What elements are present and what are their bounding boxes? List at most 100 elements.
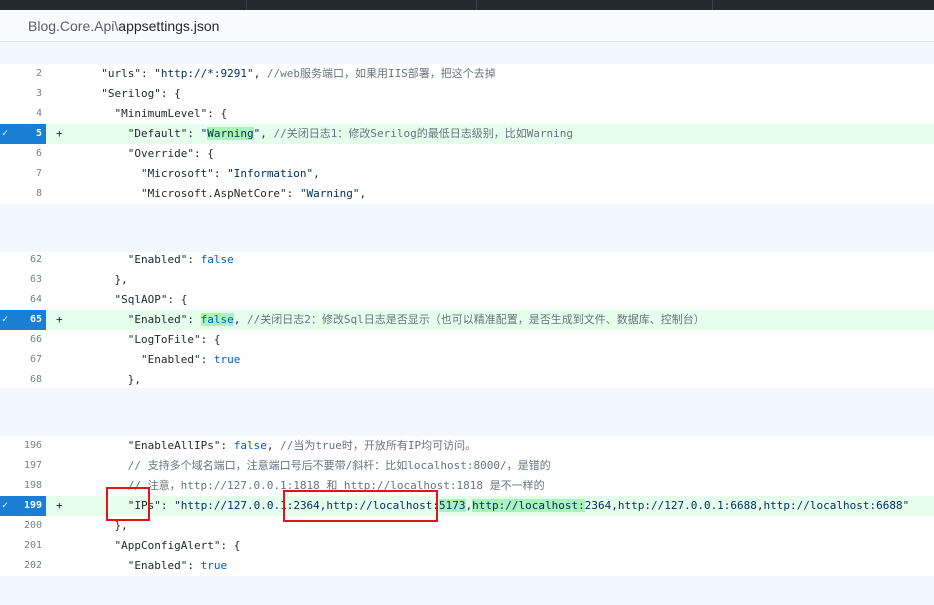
code-token: "Serilog": { bbox=[101, 87, 181, 100]
diff-marker: + bbox=[56, 313, 63, 326]
line-number[interactable]: 2 bbox=[0, 64, 46, 84]
code-token: "Enabled": bbox=[127, 253, 201, 266]
code-content: // 支持多个域名端口，注意端口号后不要带/斜杆：比如localhost:800… bbox=[88, 456, 551, 476]
diff-line: 7 "Microsoft": "Information", bbox=[0, 164, 934, 184]
line-number[interactable]: 67 bbox=[0, 350, 46, 370]
line-number-text: 201 bbox=[23, 540, 42, 551]
diff-line: 202 "Enabled": true bbox=[0, 556, 934, 576]
line-number[interactable]: 196 bbox=[0, 436, 46, 456]
line-number[interactable]: 68 bbox=[0, 370, 46, 390]
file-path[interactable]: Blog.Core.Api\appsettings.json bbox=[28, 18, 219, 34]
code-content: "LogToFile": { bbox=[88, 330, 221, 350]
code-content: "SqlAOP": { bbox=[88, 290, 188, 310]
code-token: }, bbox=[127, 373, 141, 386]
code-token: "LogToFile": { bbox=[127, 333, 221, 346]
diff-line: 8 "Microsoft.AspNetCore": "Warning", bbox=[0, 184, 934, 204]
line-number[interactable]: 62 bbox=[0, 250, 46, 270]
diff-line-added: ✓ 5 + "Default": "Warning", //关闭日志1：修改Seri… bbox=[0, 124, 934, 144]
diff-line: 68 }, bbox=[0, 370, 934, 390]
diff-marker: + bbox=[56, 499, 63, 512]
line-number-text: 3 bbox=[35, 88, 42, 99]
code-content: "Enabled": false bbox=[88, 250, 234, 270]
code-token: }, bbox=[114, 273, 128, 286]
code-token: //web服务端口，如果用IIS部署，把这个去掉 bbox=[266, 67, 496, 80]
diff-line: 66 "LogToFile": { bbox=[0, 330, 934, 350]
code-content: "Microsoft.AspNetCore": "Warning", bbox=[88, 184, 366, 204]
line-number-text: 63 bbox=[29, 274, 42, 285]
code-token: false bbox=[200, 313, 234, 326]
line-number[interactable]: 4 bbox=[0, 104, 46, 124]
code-token: , bbox=[313, 167, 320, 180]
diff-line: 2 "urls": "http://*:9291", //web服务端口，如果用… bbox=[0, 64, 934, 84]
line-number[interactable]: ✓ 65 bbox=[0, 310, 46, 330]
line-number-text: 200 bbox=[23, 520, 42, 531]
line-number[interactable]: 64 bbox=[0, 290, 46, 310]
line-number[interactable]: 3 bbox=[0, 84, 46, 104]
code-content: "Enabled": true bbox=[88, 556, 227, 576]
hunk-expander[interactable] bbox=[0, 576, 934, 605]
code-token: false bbox=[233, 439, 267, 452]
line-number[interactable]: 197 bbox=[0, 456, 46, 476]
line-number-text: 64 bbox=[29, 294, 42, 305]
code-content: "Microsoft": "Information", bbox=[88, 164, 320, 184]
line-number-text: 68 bbox=[29, 374, 42, 385]
line-number[interactable]: 6 bbox=[0, 144, 46, 164]
code-content: "EnableAllIPs": false, //当为true时，开放所有IP均… bbox=[88, 436, 476, 456]
line-number[interactable]: 63 bbox=[0, 270, 46, 290]
code-token: "AppConfigAlert": { bbox=[114, 539, 241, 552]
line-number-text: 65 bbox=[29, 314, 42, 325]
line-number[interactable]: 202 bbox=[0, 556, 46, 576]
line-number[interactable]: ✓ 199 bbox=[0, 496, 46, 516]
code-token: , bbox=[233, 313, 247, 326]
line-number[interactable]: 201 bbox=[0, 536, 46, 556]
code-token: "EnableAllIPs": bbox=[127, 439, 234, 452]
code-content: "AppConfigAlert": { bbox=[88, 536, 241, 556]
line-number[interactable]: 8 bbox=[0, 184, 46, 204]
diff-line-added: ✓ 65 + "Enabled": false, //关闭日志2：修改Sql日志是否… bbox=[0, 310, 934, 330]
line-number-text: 2 bbox=[35, 68, 42, 79]
line-number[interactable]: 7 bbox=[0, 164, 46, 184]
file-header: Blog.Core.Api\appsettings.json bbox=[0, 10, 934, 42]
line-number-text: 7 bbox=[35, 168, 42, 179]
code-content: }, bbox=[88, 370, 141, 390]
code-content: "Override": { bbox=[88, 144, 214, 164]
diff-line: 67 "Enabled": true bbox=[0, 350, 934, 370]
code-token: //当为true时，开放所有IP均可访问。 bbox=[280, 439, 477, 452]
code-content: "urls": "http://*:9291", //web服务端口，如果用II… bbox=[88, 64, 496, 84]
line-number-text: 62 bbox=[29, 254, 42, 265]
file-name: appsettings.json bbox=[118, 18, 220, 34]
line-number-text: 8 bbox=[35, 188, 42, 199]
code-token: "Default": bbox=[127, 127, 201, 140]
hunk-expander[interactable] bbox=[0, 388, 934, 436]
diff-line: 4 "MinimumLevel": { bbox=[0, 104, 934, 124]
line-number[interactable]: 198 bbox=[0, 476, 46, 496]
code-token: "Microsoft": bbox=[140, 167, 228, 180]
line-number[interactable]: ✓ 5 bbox=[0, 124, 46, 144]
code-token: "SqlAOP": { bbox=[114, 293, 188, 306]
hunk-expander[interactable] bbox=[0, 42, 934, 64]
code-content: }, bbox=[88, 270, 128, 290]
line-number[interactable]: 200 bbox=[0, 516, 46, 536]
diff-line: 63 }, bbox=[0, 270, 934, 290]
code-token: 2364,http://127.0.0.1:6688,http://localh… bbox=[584, 499, 910, 512]
line-number[interactable]: 66 bbox=[0, 330, 46, 350]
code-token: , bbox=[266, 439, 281, 452]
line-number-text: 66 bbox=[29, 334, 42, 345]
code-token: "http://*:9291" bbox=[154, 67, 254, 80]
hunk-expander[interactable] bbox=[0, 204, 934, 252]
top-bar-divider bbox=[246, 0, 247, 10]
line-number-text: 6 bbox=[35, 148, 42, 159]
diff-line: 62 "Enabled": false bbox=[0, 250, 934, 270]
code-token: , bbox=[359, 187, 367, 200]
